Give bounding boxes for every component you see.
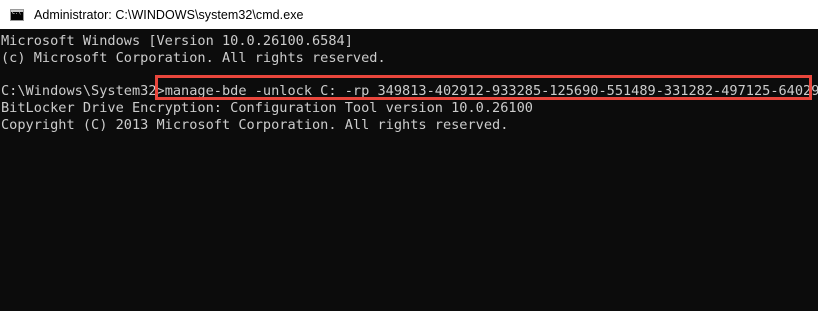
console-line-bitlocker: BitLocker Drive Encryption: Configuratio…: [1, 100, 533, 116]
console-line-copyright: (c) Microsoft Corporation. All rights re…: [1, 50, 386, 66]
command-text: manage-bde -unlock C: -rp 349813-402912-…: [164, 83, 818, 99]
console-line-version: Microsoft Windows [Version 10.0.26100.65…: [1, 33, 353, 49]
console-line-command: C:\Windows\System32>manage-bde -unlock C…: [1, 82, 818, 100]
command-prompt: C:\Windows\System32>: [1, 83, 165, 99]
title-bar[interactable]: C:\ Administrator: C:\WINDOWS\system32\c…: [0, 0, 818, 29]
console-line-bitlocker-copyright: Copyright (C) 2013 Microsoft Corporation…: [1, 117, 509, 133]
window-title: Administrator: C:\WINDOWS\system32\cmd.e…: [34, 7, 304, 22]
console-output[interactable]: Microsoft Windows [Version 10.0.26100.65…: [0, 32, 818, 311]
cmd-icon[interactable]: C:\: [10, 8, 24, 21]
cmd-icon-bar: [11, 9, 23, 12]
cmd-window: C:\ Administrator: C:\WINDOWS\system32\c…: [0, 0, 818, 311]
